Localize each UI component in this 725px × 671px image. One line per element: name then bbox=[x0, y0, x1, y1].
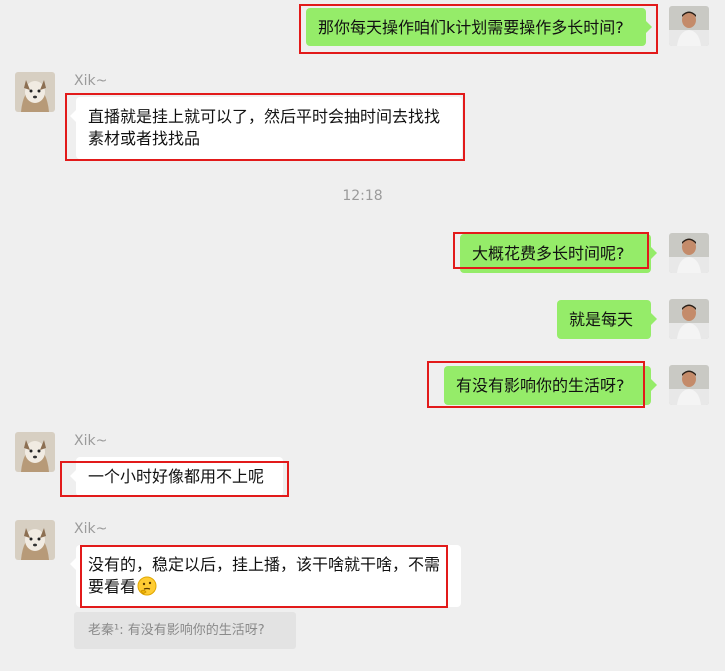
message-text: 一个小时好像都用不上呢 bbox=[88, 467, 265, 486]
my-message-bubble[interactable]: 大概花费多长时间呢? bbox=[460, 234, 657, 273]
my-avatar[interactable] bbox=[669, 6, 709, 46]
contact-avatar[interactable] bbox=[15, 432, 55, 472]
quoted-reply-text: 老秦¹: 有没有影响你的生活呀? bbox=[88, 623, 265, 638]
message-text: 那你每天操作咱们k计划需要操作多长时间? bbox=[318, 18, 624, 37]
contact-message-bubble[interactable]: 没有的，稳定以后，挂上播，该干啥就干啥，不需要看看 bbox=[70, 545, 461, 607]
message-timestamp: 12:18 bbox=[342, 188, 383, 204]
thinking-face-icon bbox=[137, 576, 157, 596]
my-avatar[interactable] bbox=[669, 365, 709, 405]
my-message-bubble[interactable]: 那你每天操作咱们k计划需要操作多长时间? bbox=[306, 8, 652, 46]
contact-message-bubble[interactable]: 一个小时好像都用不上呢 bbox=[70, 457, 283, 496]
contact-message-bubble[interactable]: 直播就是挂上就可以了，然后平时会抽时间去找找素材或者找找品 bbox=[70, 97, 462, 159]
contact-avatar[interactable] bbox=[15, 72, 55, 112]
message-text: 有没有影响你的生活呀? bbox=[456, 376, 625, 395]
message-text: 就是每天 bbox=[569, 310, 634, 329]
sender-name: Xik~ bbox=[74, 521, 108, 537]
my-message-bubble[interactable]: 有没有影响你的生活呀? bbox=[444, 366, 657, 405]
my-avatar[interactable] bbox=[669, 299, 709, 339]
quoted-reply[interactable]: 老秦¹: 有没有影响你的生活呀? bbox=[74, 612, 296, 649]
sender-name: Xik~ bbox=[74, 433, 108, 449]
my-avatar[interactable] bbox=[669, 233, 709, 273]
message-text: 直播就是挂上就可以了，然后平时会抽时间去找找素材或者找找品 bbox=[88, 107, 441, 148]
contact-avatar[interactable] bbox=[15, 520, 55, 560]
sender-name: Xik~ bbox=[74, 73, 108, 89]
my-message-bubble[interactable]: 就是每天 bbox=[557, 300, 657, 339]
message-text: 大概花费多长时间呢? bbox=[472, 244, 625, 263]
